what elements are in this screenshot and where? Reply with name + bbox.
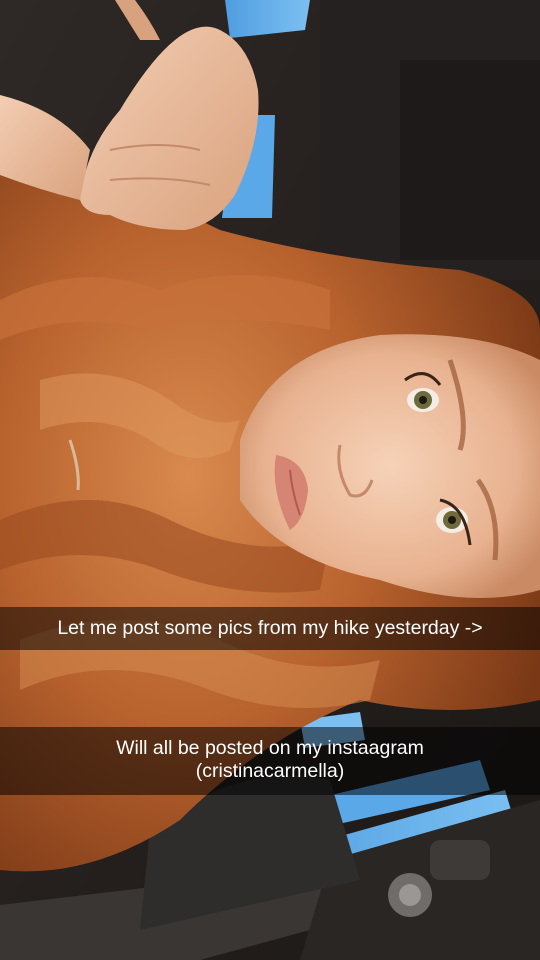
snap-screen: Let me post some pics from my hike yeste… bbox=[0, 0, 540, 960]
selfie-photo bbox=[0, 0, 540, 960]
caption-bottom-line1: Will all be posted on my instaagram bbox=[116, 737, 424, 759]
caption-bottom-line2: (cristinacarmella) bbox=[195, 760, 345, 782]
snap-caption-bottom[interactable]: Will all be posted on my instaagram (cri… bbox=[0, 727, 540, 795]
caption-top-text: Let me post some pics from my hike yeste… bbox=[57, 617, 483, 639]
snap-caption-top[interactable]: Let me post some pics from my hike yeste… bbox=[0, 607, 540, 650]
